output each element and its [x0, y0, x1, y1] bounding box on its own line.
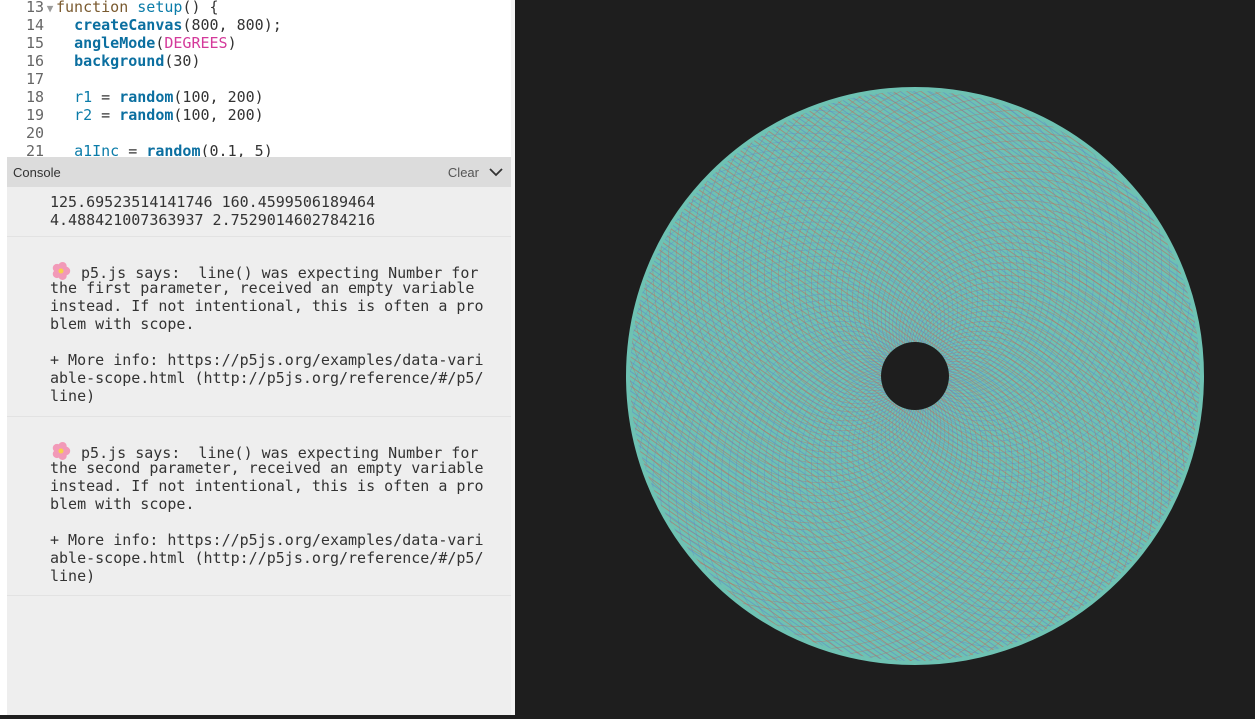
- sketch-canvas: [626, 87, 1204, 665]
- line-number: 16: [25, 52, 44, 70]
- line-number: 17: [25, 70, 44, 88]
- code-token: (100, 200): [173, 106, 264, 124]
- console-message: p5.js says: line() was expecting Number …: [7, 237, 511, 417]
- code-line[interactable]: 16 background(30): [0, 52, 201, 70]
- console-text: instead. If not intentional, this is oft…: [50, 297, 484, 315]
- code-token: ): [227, 34, 237, 52]
- code-token: random: [119, 106, 174, 124]
- console-header: Console Clear: [7, 157, 511, 187]
- code-token: () {: [182, 0, 219, 16]
- console-text: line): [50, 567, 96, 585]
- console-output: 125.69523514141746 160.4599506189464 4.48…: [7, 187, 511, 715]
- code-token: r2: [74, 106, 93, 124]
- chevron-down-icon[interactable]: [487, 163, 505, 181]
- flower-icon: [52, 262, 71, 280]
- console-text: + More info: https://p5js.org/examples/d…: [50, 351, 484, 369]
- console-title: Console: [13, 165, 61, 180]
- line-number: 20: [25, 124, 44, 142]
- console-text: 125.69523514141746 160.4599506189464: [50, 193, 376, 211]
- code-token: function: [56, 0, 138, 16]
- code-token: =: [92, 88, 120, 106]
- code-token: createCanvas: [74, 16, 183, 34]
- code-editor[interactable]: 13 ▼ function setup() {14 createCanvas(800…: [0, 0, 511, 157]
- code-token: (30): [164, 52, 201, 70]
- code-token: angleMode: [74, 34, 156, 52]
- console-text: line): [50, 387, 96, 405]
- code-token: (800, 800);: [182, 16, 282, 34]
- code-line[interactable]: 20: [0, 124, 56, 142]
- code-token: r1: [74, 88, 93, 106]
- code-line[interactable]: 18 r1 = random(100, 200): [0, 88, 264, 106]
- console-text: 4.488421007363937 2.7529014602784216: [50, 211, 376, 229]
- line-number: 18: [25, 88, 44, 106]
- code-line[interactable]: 15 angleMode(DEGREES): [0, 34, 237, 52]
- center-hole: [881, 342, 949, 410]
- code-line[interactable]: 19 r2 = random(100, 200): [0, 106, 264, 124]
- line-number: 13: [25, 0, 44, 16]
- code-token: a1Inc: [74, 142, 120, 157]
- code-line[interactable]: 17: [0, 70, 56, 88]
- sketch-canvas-area: [515, 0, 1255, 715]
- console-text: able-scope.html (http://p5js.org/referen…: [50, 369, 484, 387]
- code-token: random: [146, 142, 201, 157]
- console-text: the first parameter, received an empty v…: [50, 279, 475, 297]
- code-token: =: [119, 142, 147, 157]
- console-text: able-scope.html (http://p5js.org/referen…: [50, 549, 484, 567]
- left-pane: 13 ▼ function setup() {14 createCanvas(800…: [0, 0, 515, 715]
- code-token: random: [119, 88, 174, 106]
- console-message: 125.69523514141746 160.4599506189464 4.48…: [7, 187, 511, 237]
- code-token: =: [92, 106, 120, 124]
- code-token: setup: [137, 0, 183, 16]
- code-token: (0.1, 5): [200, 142, 273, 157]
- console-text: blem with scope.: [50, 315, 195, 333]
- code-line[interactable]: 13 ▼ function setup() {: [0, 0, 219, 16]
- code-token: DEGREES: [164, 34, 228, 52]
- console-message: p5.js says: line() was expecting Number …: [7, 417, 511, 596]
- code-token: (100, 200): [173, 88, 264, 106]
- console-text: the second parameter, received an empty …: [50, 459, 484, 477]
- code-token: background: [74, 52, 165, 70]
- line-number: 14: [25, 16, 44, 34]
- code-line[interactable]: 14 createCanvas(800, 800);: [0, 16, 282, 34]
- line-number: 19: [25, 106, 44, 124]
- console-text: + More info: https://p5js.org/examples/d…: [50, 531, 484, 549]
- flower-icon: [52, 442, 71, 460]
- code-line[interactable]: 21 a1Inc = random(0.1, 5): [0, 142, 273, 157]
- console-text: blem with scope.: [50, 495, 195, 513]
- line-number: 21: [25, 142, 44, 157]
- console-text: instead. If not intentional, this is oft…: [50, 477, 484, 495]
- line-number: 15: [25, 34, 44, 52]
- clear-console-button[interactable]: Clear: [448, 165, 479, 180]
